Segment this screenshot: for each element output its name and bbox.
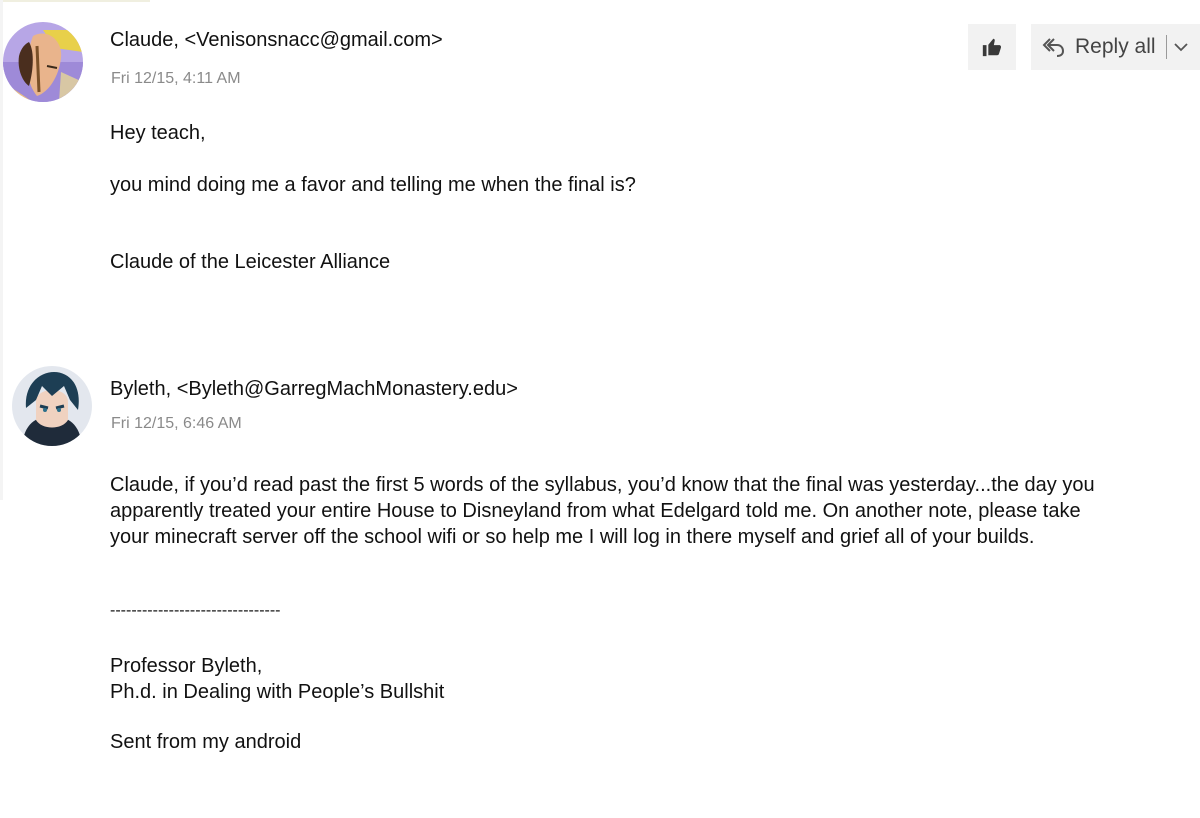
avatar-byleth[interactable] <box>12 366 92 446</box>
body-text: you mind doing me a favor and telling me… <box>110 174 636 196</box>
chevron-down-icon[interactable] <box>1173 39 1189 55</box>
top-edge <box>0 0 150 2</box>
like-button[interactable] <box>968 24 1016 70</box>
body-signature: Claude of the Leicester Alliance <box>110 251 391 273</box>
timestamp: Fri 12/15, 4:11 AM <box>111 70 241 87</box>
thumbs-up-icon <box>982 38 1002 57</box>
reply-all-label: Reply all <box>1075 35 1156 58</box>
button-separator <box>1165 35 1167 59</box>
sent-from: Sent from my android <box>110 731 302 753</box>
signature-name: Professor Byleth, <box>110 655 263 677</box>
sender-name[interactable]: Claude, <Venisonsnacc@gmail.com> <box>110 29 443 52</box>
reply-all-button[interactable]: Reply all <box>1031 24 1200 70</box>
timestamp: Fri 12/15, 6:46 AM <box>111 415 242 432</box>
body-greeting: Hey teach, <box>110 122 206 144</box>
reply-all-icon <box>1042 38 1065 57</box>
body-text: Claude, if you’d read past the first 5 w… <box>110 474 1095 548</box>
body-divider: -------------------------------- <box>110 602 281 619</box>
signature-title: Ph.d. in Dealing with People’s Bullshit <box>110 681 445 703</box>
left-edge <box>0 0 3 500</box>
avatar-claude[interactable] <box>3 22 83 102</box>
sender-name[interactable]: Byleth, <Byleth@GarregMachMonastery.edu> <box>110 378 518 401</box>
avatar-byleth-icon <box>12 366 92 446</box>
avatar-claude-icon <box>3 22 83 102</box>
